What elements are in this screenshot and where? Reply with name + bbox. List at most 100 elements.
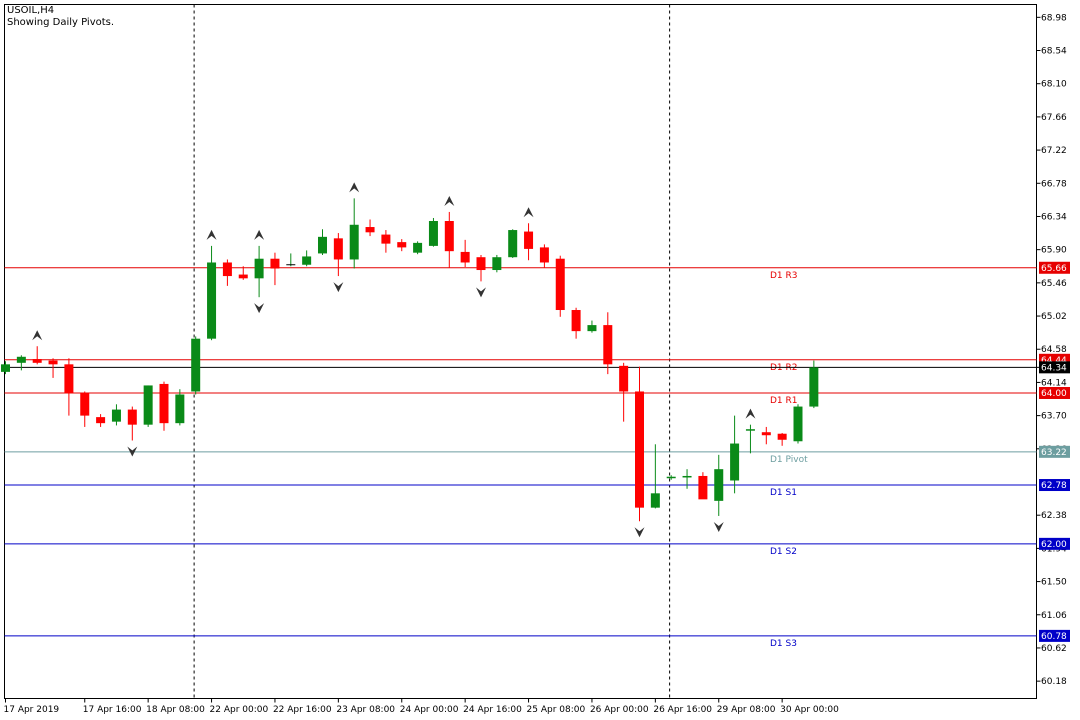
y-tick-label: 61.50 bbox=[1041, 578, 1067, 588]
candle-body bbox=[777, 433, 787, 440]
y-tick-label: 66.34 bbox=[1041, 212, 1067, 222]
candle-body bbox=[587, 325, 597, 332]
x-tick-label: 24 Apr 00:00 bbox=[400, 705, 459, 715]
price-tag: 63.22 bbox=[1039, 445, 1070, 458]
x-tick-label: 18 Apr 08:00 bbox=[146, 705, 205, 715]
candle-body bbox=[238, 274, 248, 279]
candle-body bbox=[730, 443, 740, 481]
candle-body bbox=[698, 475, 708, 500]
candle-body bbox=[492, 257, 502, 271]
x-tick-label: 22 Apr 16:00 bbox=[273, 705, 332, 715]
pivot-label: D1 Pivot bbox=[770, 455, 808, 465]
candle-body bbox=[571, 310, 581, 332]
candle-body bbox=[619, 365, 629, 392]
y-tick-label: 67.22 bbox=[1041, 146, 1067, 156]
x-tick-label: 26 Apr 00:00 bbox=[590, 705, 649, 715]
y-tick-label: 62.38 bbox=[1041, 511, 1067, 521]
candle-body bbox=[318, 236, 327, 254]
y-tick-label: 67.66 bbox=[1041, 113, 1067, 123]
candle-body bbox=[159, 383, 169, 424]
price-tag-label: 60.78 bbox=[1041, 632, 1067, 642]
candle-body bbox=[48, 360, 58, 365]
candle-body bbox=[745, 429, 755, 431]
candle-body bbox=[16, 356, 26, 363]
candle-body bbox=[444, 220, 454, 252]
y-tick-label: 61.06 bbox=[1041, 611, 1067, 621]
candle-body bbox=[207, 262, 217, 339]
candle bbox=[508, 229, 518, 258]
y-tick-label: 63.70 bbox=[1041, 412, 1067, 422]
price-tag-label: 65.66 bbox=[1041, 264, 1067, 274]
candle bbox=[555, 255, 565, 317]
candle-body bbox=[650, 493, 660, 508]
pivot-label: D1 R1 bbox=[770, 396, 798, 406]
y-tick-label: 65.90 bbox=[1041, 246, 1067, 256]
symbol-label: USOIL,H4 bbox=[7, 5, 54, 16]
candle bbox=[793, 404, 803, 444]
candle bbox=[413, 241, 423, 255]
candle-body bbox=[460, 251, 470, 263]
x-tick-label: 29 Apr 08:00 bbox=[717, 705, 776, 715]
candle-body bbox=[682, 475, 692, 478]
candle bbox=[175, 389, 185, 426]
candle-body bbox=[127, 409, 137, 425]
price-tag: 62.00 bbox=[1039, 537, 1070, 550]
x-tick-label: 17 Apr 2019 bbox=[4, 705, 60, 715]
candle-body bbox=[333, 238, 343, 260]
x-tick-label: 22 Apr 00:00 bbox=[210, 705, 269, 715]
price-tag-label: 62.78 bbox=[1041, 481, 1067, 491]
chart-frame: D1 R3D1 R2D1 R1D1 PivotD1 S1D1 S2D1 S3 6… bbox=[1, 4, 1070, 715]
price-axis: 68.98 68.54 68.10 67.66 67.22 66.78 66.34 65.90… bbox=[1036, 13, 1067, 687]
x-tick-label: 24 Apr 16:00 bbox=[463, 705, 522, 715]
candle bbox=[428, 217, 438, 247]
x-tick-label: 23 Apr 08:00 bbox=[336, 705, 395, 715]
y-tick-label: 60.62 bbox=[1041, 644, 1067, 654]
candle-body bbox=[635, 391, 644, 508]
candle-body bbox=[413, 242, 423, 253]
candle-body bbox=[365, 227, 375, 233]
candle-body bbox=[222, 262, 232, 277]
y-tick-label: 66.78 bbox=[1041, 179, 1067, 189]
y-tick-label: 68.54 bbox=[1041, 47, 1067, 57]
price-tag-label: 62.00 bbox=[1041, 540, 1067, 550]
x-tick-label: 25 Apr 08:00 bbox=[527, 705, 586, 715]
candle-body bbox=[539, 247, 549, 263]
price-tag: 62.78 bbox=[1039, 479, 1070, 492]
candle bbox=[492, 254, 502, 273]
y-tick-label: 65.46 bbox=[1041, 279, 1067, 289]
price-tag-label: 64.00 bbox=[1041, 389, 1067, 399]
candle-body bbox=[1, 364, 10, 372]
candle-body bbox=[397, 242, 407, 248]
candle-body bbox=[80, 392, 90, 416]
x-tick-label: 30 Apr 00:00 bbox=[780, 705, 839, 715]
candle bbox=[809, 360, 819, 409]
price-tag: 64.34 bbox=[1039, 361, 1070, 374]
time-axis: 17 Apr 2019 17 Apr 16:00 18 Apr 08:00 22 Ap… bbox=[4, 698, 839, 715]
candle-body bbox=[111, 409, 121, 422]
plot-area bbox=[4, 4, 1037, 699]
candle-body bbox=[428, 220, 438, 246]
candle-body bbox=[603, 325, 613, 365]
candle-body bbox=[143, 385, 153, 425]
y-tick-label: 60.18 bbox=[1041, 677, 1067, 687]
price-tag: 65.66 bbox=[1039, 261, 1070, 274]
y-tick-label: 65.02 bbox=[1041, 312, 1067, 322]
candle-body bbox=[270, 258, 280, 269]
candle-body bbox=[64, 364, 74, 393]
candle-body bbox=[191, 338, 201, 392]
y-tick-label: 68.10 bbox=[1041, 80, 1067, 90]
price-tag-label: 63.22 bbox=[1041, 448, 1067, 458]
candle-body bbox=[476, 257, 486, 271]
candle-body bbox=[96, 417, 106, 424]
price-tag-label: 64.34 bbox=[1041, 363, 1067, 373]
price-tag: 64.00 bbox=[1039, 386, 1070, 399]
candle-body bbox=[349, 224, 359, 260]
pivot-label: D1 S1 bbox=[770, 488, 797, 498]
candle bbox=[698, 472, 708, 500]
candle-body bbox=[175, 394, 185, 424]
pivot-label: D1 R3 bbox=[770, 271, 798, 281]
candle-body bbox=[761, 432, 771, 436]
candle-body bbox=[508, 230, 518, 258]
price-tag: 60.78 bbox=[1039, 629, 1070, 642]
pivot-label: D1 S3 bbox=[770, 639, 797, 649]
